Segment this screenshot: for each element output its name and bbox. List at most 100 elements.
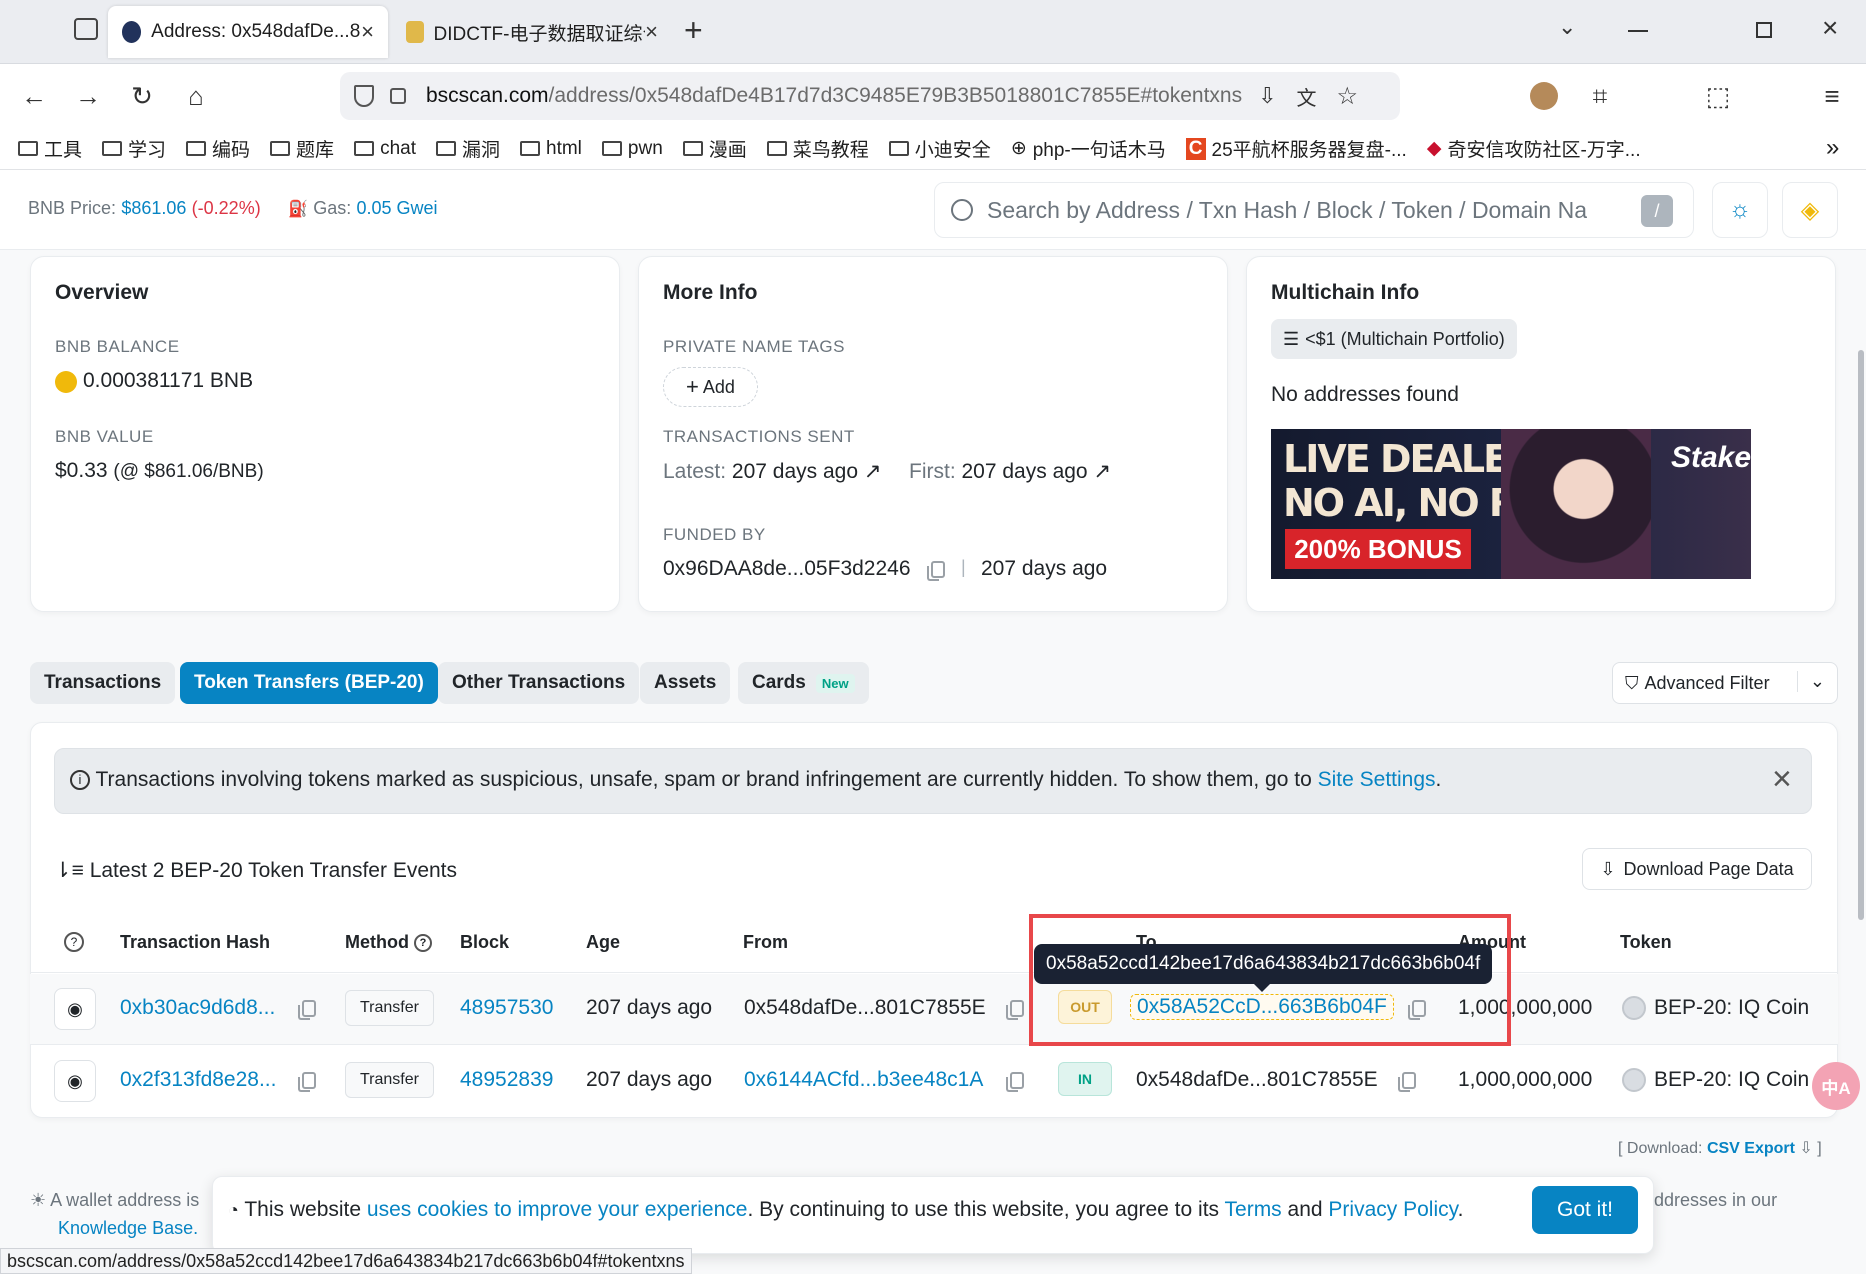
block-link[interactable]: 48952839 xyxy=(460,1068,553,1092)
copy-icon[interactable] xyxy=(927,561,945,581)
bookmark-item[interactable]: 题库 xyxy=(270,135,334,162)
gas-value[interactable]: 0.05 Gwei xyxy=(357,198,438,218)
advanced-filter-button[interactable]: ⛉ Advanced Filter ⌄ xyxy=(1612,662,1838,704)
home-icon[interactable]: ⌂ xyxy=(180,80,212,112)
multichain-portfolio-button[interactable]: ☰ <$1 (Multichain Portfolio) xyxy=(1271,319,1517,359)
from-address-link[interactable]: 0x6144ACfd...b3ee48c1A xyxy=(744,1068,983,1092)
download-page-data-button[interactable]: ⇩ Download Page Data xyxy=(1582,848,1812,890)
tx-hash-link[interactable]: 0xb30ac9d6d8... xyxy=(120,996,275,1020)
crop-icon[interactable]: ⌗ xyxy=(1584,80,1616,112)
tab-cards[interactable]: Cards New xyxy=(738,662,869,704)
funded-label: FUNDED BY xyxy=(663,525,766,544)
view-details-button[interactable]: ◉ xyxy=(54,988,96,1030)
c-logo-icon: C xyxy=(1185,137,1206,160)
translate-widget-button[interactable]: 中A xyxy=(1812,1062,1860,1110)
terms-link[interactable]: Terms xyxy=(1225,1198,1282,1221)
funded-address-link[interactable]: 0x96DAA8de...05F3d2246 xyxy=(663,557,911,581)
lock-icon[interactable] xyxy=(390,88,406,104)
help-circle-icon[interactable]: ? xyxy=(414,934,432,953)
price-change: (-0.22%) xyxy=(191,198,261,218)
chevron-down-icon[interactable]: ⌄ xyxy=(1796,671,1825,692)
bookmark-item[interactable]: ⊕ php-一句话木马 xyxy=(1011,135,1166,162)
bnb-chain-button[interactable]: ◈ xyxy=(1782,182,1838,238)
close-tab-icon[interactable]: × xyxy=(645,19,658,45)
copy-icon[interactable] xyxy=(298,1000,316,1020)
tab-token-transfers[interactable]: Token Transfers (BEP-20) xyxy=(180,662,438,704)
block-link[interactable]: 48957530 xyxy=(460,996,553,1020)
cookie-policy-link[interactable]: uses cookies to improve your experience xyxy=(367,1198,748,1221)
bookmark-item[interactable]: html xyxy=(520,138,582,160)
copy-icon[interactable] xyxy=(1398,1072,1416,1092)
bookmark-item[interactable]: chat xyxy=(354,138,416,160)
profile-avatar-icon[interactable] xyxy=(1530,82,1558,110)
shield-icon[interactable] xyxy=(354,85,374,107)
to-address: 0x548dafDe...801C7855E xyxy=(1136,1068,1378,1091)
price-value[interactable]: $861.06 xyxy=(121,198,186,218)
bookmark-item[interactable]: pwn xyxy=(601,138,663,160)
add-tag-button[interactable]: + Add xyxy=(663,367,758,407)
reload-icon[interactable]: ↻ xyxy=(126,80,158,112)
url-bar[interactable]: bscscan.com /address/0x548dafDe4B17d7d3C… xyxy=(340,72,1400,120)
bookmark-star-icon[interactable]: ☆ xyxy=(1337,82,1359,111)
forward-icon[interactable]: → xyxy=(72,80,104,112)
bookmark-item[interactable]: 漏洞 xyxy=(435,135,500,162)
tx-hash-link[interactable]: 0x2f313fd8e28... xyxy=(120,1068,276,1092)
new-tab-icon[interactable]: + xyxy=(684,12,703,49)
tab-assets[interactable]: Assets xyxy=(640,662,731,704)
folder-icon xyxy=(766,141,787,156)
token-icon xyxy=(1622,996,1646,1020)
csv-export-link[interactable]: CSV Export xyxy=(1707,1140,1795,1157)
minimize-icon[interactable] xyxy=(1628,30,1648,32)
maximize-icon[interactable] xyxy=(1756,22,1772,38)
tab-didctf[interactable]: DIDCTF-电子数据取证综合平台 × xyxy=(392,6,672,58)
copy-icon[interactable] xyxy=(1006,1000,1024,1020)
menu-icon[interactable]: ≡ xyxy=(1816,80,1848,112)
site-settings-link[interactable]: Site Settings xyxy=(1318,768,1436,791)
download-icon: ⇩ xyxy=(1799,1140,1813,1157)
search-input[interactable]: Search by Address / Txn Hash / Block / T… xyxy=(934,182,1694,238)
download-icon[interactable]: ⇩ xyxy=(1258,83,1276,109)
close-window-icon[interactable]: × xyxy=(1822,12,1838,44)
tab-other-transactions[interactable]: Other Transactions xyxy=(438,662,640,704)
copy-icon[interactable] xyxy=(298,1072,316,1092)
close-tab-icon[interactable]: × xyxy=(361,19,374,45)
bookmark-item[interactable]: ◆ 奇安信攻防社区-万字... xyxy=(1427,135,1641,162)
bookmark-item[interactable]: 编码 xyxy=(186,135,250,162)
globe-icon: ⊕ xyxy=(1010,138,1027,159)
bookmark-item[interactable]: 漫画 xyxy=(682,135,747,162)
back-icon[interactable]: ← xyxy=(18,80,50,112)
translate-icon[interactable]: 文 xyxy=(1297,82,1317,111)
method-badge: Transfer xyxy=(345,1062,434,1098)
folder-icon xyxy=(186,141,207,156)
help-circle-icon[interactable]: ? xyxy=(64,932,84,952)
page-scrollbar[interactable] xyxy=(1858,350,1864,920)
close-notice-icon[interactable]: × xyxy=(1772,760,1792,799)
funded-age-link[interactable]: 207 days ago xyxy=(981,557,1107,581)
tab-overview-icon[interactable] xyxy=(74,18,98,40)
bookmark-item[interactable]: C 25平航杯服务器复盘-... xyxy=(1185,135,1407,162)
bookmark-item[interactable]: 学习 xyxy=(102,135,166,162)
age-value: 207 days ago xyxy=(586,996,713,1019)
tab-transactions[interactable]: Transactions xyxy=(30,662,176,704)
privacy-policy-link[interactable]: Privacy Policy xyxy=(1328,1198,1457,1221)
token-name[interactable]: BEP-20: IQ Coin xyxy=(1654,996,1809,1020)
bookmark-item[interactable]: 菜鸟教程 xyxy=(766,135,869,162)
lightbulb-icon: ☀ xyxy=(30,1190,47,1210)
got-it-button[interactable]: Got it! xyxy=(1532,1186,1638,1234)
view-details-button[interactable]: ◉ xyxy=(54,1060,96,1102)
stake-ad-banner[interactable]: LIVE DEALERS NO AI, NO RNG 200% BONUS St… xyxy=(1271,429,1751,579)
bookmark-item[interactable]: 小迪安全 xyxy=(888,135,991,162)
card-title: Multichain Info xyxy=(1271,281,1420,304)
bookmarks-overflow-icon[interactable]: » xyxy=(1826,134,1839,162)
token-name[interactable]: BEP-20: IQ Coin xyxy=(1654,1068,1809,1092)
extensions-icon[interactable]: ⬚ xyxy=(1702,80,1734,112)
arrow-up-right-icon[interactable]: ↗ xyxy=(864,460,882,483)
copy-icon[interactable] xyxy=(1006,1072,1024,1092)
knowledge-base-link[interactable]: Knowledge Base. xyxy=(58,1218,198,1239)
theme-toggle-button[interactable]: ☼ xyxy=(1712,182,1768,238)
bookmark-item[interactable]: 工具 xyxy=(18,135,82,162)
tab-list-chevron-icon[interactable]: ⌄ xyxy=(1558,14,1576,40)
tab-bscscan[interactable]: Address: 0x548dafDe...801C7… × xyxy=(108,6,388,58)
header-age[interactable]: Age xyxy=(586,932,620,953)
arrow-up-right-icon[interactable]: ↗ xyxy=(1093,460,1111,483)
